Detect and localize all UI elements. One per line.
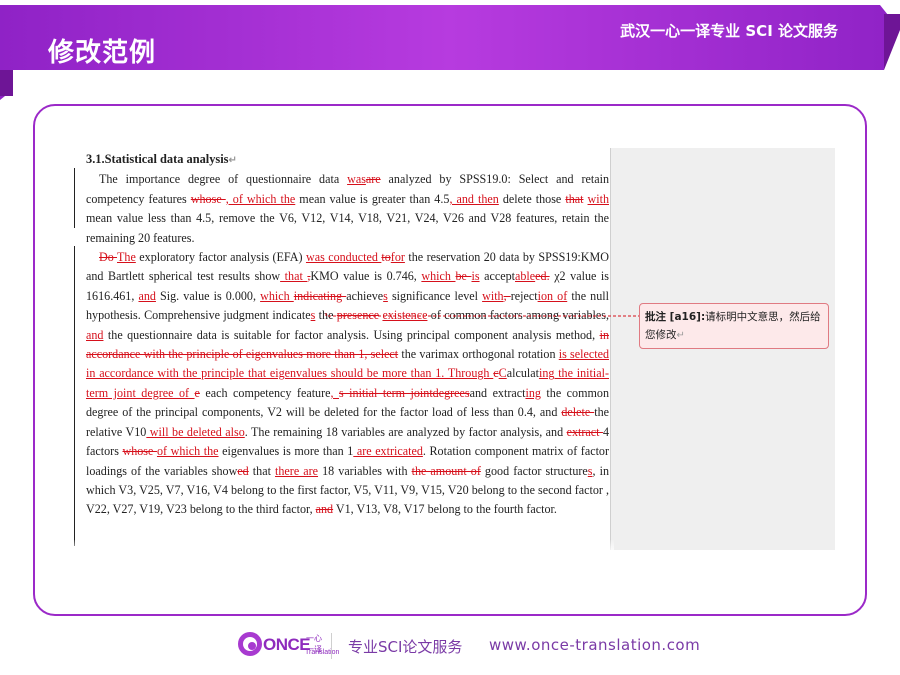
logo-word: ONCE [263, 635, 311, 654]
footer-divider [331, 633, 332, 659]
once-logo: ONCE 一心一译 Translation [238, 629, 339, 663]
comment-balloon[interactable]: 批注 [a16]:请标明中文意思，然后给您修改↵ [639, 303, 829, 349]
footer-url[interactable]: www.once-translation.com [489, 636, 700, 654]
paragraph-mark-icon: ↵ [676, 330, 685, 341]
footer-tagline: 专业SCI论文服务 [348, 638, 463, 656]
logo-ring-icon [238, 632, 262, 656]
logo-subtitle: Translation [305, 649, 340, 656]
comment-tag: 批注 [a16]: [645, 311, 706, 323]
